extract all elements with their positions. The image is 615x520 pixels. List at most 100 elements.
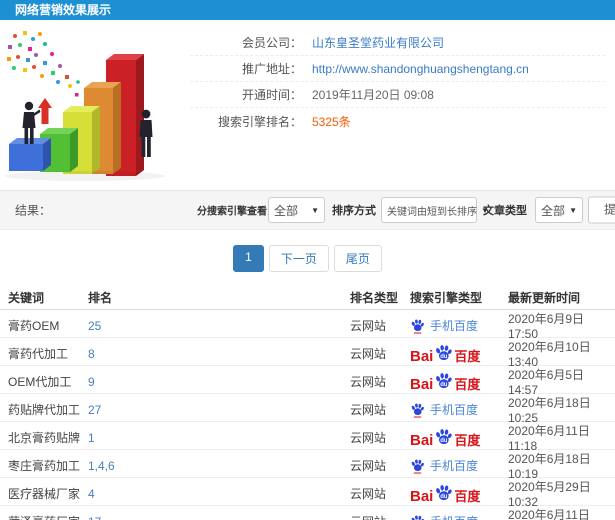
keyword-cell: 枣庄膏药加工	[8, 459, 81, 473]
mobile-baidu-logo: 手机百度	[410, 401, 508, 418]
engine-cell: 手机百度	[410, 457, 508, 474]
baidu-logo-bai-text: Bai	[410, 488, 434, 505]
svg-text:du: du	[441, 494, 449, 500]
rank-type-cell: 云网站	[350, 431, 387, 445]
info-row-open-time: 开通时间： 2019年11月20日 09:08	[190, 82, 605, 108]
engine-label: 手机百度	[430, 403, 479, 417]
rank-link[interactable]: 8	[88, 347, 350, 361]
result-label: 结果：	[15, 203, 52, 218]
updated-cell: 2020年6月5日 14:57	[508, 368, 585, 397]
info-row-promo-url: 推广地址： http://www.shandonghuangshengtang.…	[190, 56, 605, 82]
keyword-cell: 菏泽膏药厂家	[8, 513, 88, 520]
updated-cell: 2020年6月9日 17:50	[508, 312, 585, 341]
table-row: 膏药OEM 25 云网站 手机百度 2020年6月9日 17:50	[0, 310, 615, 341]
col-updated: 最新更新时间	[508, 290, 581, 305]
page-title: 网络营销效果展示	[15, 3, 112, 17]
baidu-logo: Bai du 百度	[410, 343, 508, 364]
keyword-cell: OEM代加工	[8, 375, 72, 389]
rank-type-cell: 云网站	[350, 487, 387, 501]
article-type-select[interactable]: 全部 ▼	[535, 197, 583, 223]
page-last[interactable]: 尾页	[333, 245, 382, 272]
rank-link[interactable]: 17	[88, 515, 350, 520]
table-row: 药贴牌代加工 27 云网站 手机百度 2020年6月18日 10:25	[0, 394, 615, 425]
rank-type-cell: 云网站	[350, 319, 387, 333]
filter-bar: 结果： 分搜索引擎查看 全部 ▼ 排序方式 关键词由短到长排序 ▼ 文章类型 全…	[0, 190, 615, 230]
rank-type-cell: 云网站	[350, 459, 387, 473]
baidu-logo: Bai du 百度	[410, 483, 508, 504]
table-header-row: 关键词 排名 排名类型 搜索引擎类型 最新更新时间	[0, 285, 615, 310]
pagination: 1 下一页 尾页	[0, 245, 615, 272]
rank-link[interactable]: 4	[88, 487, 350, 501]
svg-text:du: du	[441, 382, 449, 388]
rank-link[interactable]: 27	[88, 403, 350, 417]
engine-cell: Bai du 百度	[410, 371, 508, 392]
updated-cell: 2020年6月11日 11:40	[508, 508, 590, 520]
baidu-logo-cn-text: 百度	[454, 376, 481, 392]
chevron-down-icon: ▼	[311, 205, 319, 215]
engine-filter-select[interactable]: 全部 ▼	[268, 197, 325, 223]
mobile-baidu-logo: 手机百度	[410, 513, 508, 520]
baidu-paw-icon: du	[436, 429, 453, 444]
updated-cell: 2020年6月18日 10:19	[508, 452, 591, 481]
chevron-down-icon: ▼	[569, 205, 577, 215]
rank-type-cell: 云网站	[350, 403, 387, 417]
sort-filter-label: 排序方式	[332, 205, 376, 217]
rank-link[interactable]: 25	[88, 319, 350, 333]
article-type-value: 全部	[541, 203, 566, 218]
mobile-baidu-logo: 手机百度	[410, 457, 508, 474]
page-current[interactable]: 1	[233, 245, 264, 272]
promo-url-label: 推广地址：	[241, 62, 302, 76]
updated-cell: 2020年6月18日 10:25	[508, 396, 591, 425]
promo-url-link[interactable]: http://www.shandonghuangshengtang.cn	[312, 62, 529, 76]
company-info-list: 会员公司： 山东皇圣堂药业有限公司 推广地址： http://www.shand…	[190, 20, 615, 134]
engine-rank-count-value: 5325条	[312, 114, 351, 129]
keyword-cell: 北京膏药贴牌	[8, 431, 81, 445]
businessman-left	[22, 101, 41, 144]
updated-cell: 2020年6月11日 11:18	[508, 424, 590, 453]
col-rank-type: 排名类型	[350, 290, 399, 305]
table-row: 膏药代加工 8 云网站 Bai du 百度 2020年6月10日 13:40	[0, 338, 615, 369]
baidu-logo-bai-text: Bai	[410, 376, 434, 393]
engine-cell: Bai du 百度	[410, 427, 508, 448]
open-time-value: 2019年11月20日 09:08	[312, 88, 434, 102]
engine-label: 手机百度	[430, 513, 478, 520]
baidu-logo-bai-text: Bai	[410, 432, 434, 449]
sort-filter-select[interactable]: 关键词由短到长排序 ▼	[381, 197, 489, 223]
rank-type-cell: 云网站	[350, 347, 387, 361]
rank-link[interactable]: 1	[88, 431, 350, 445]
submit-button[interactable]: 提交	[588, 196, 615, 224]
page-next[interactable]: 下一页	[268, 245, 329, 272]
updated-cell: 2020年5月29日 10:32	[508, 480, 591, 509]
baidu-logo-cn-text: 百度	[454, 488, 481, 504]
baidu-paw-icon: du	[436, 345, 453, 360]
keyword-cell: 药贴牌代加工	[8, 403, 81, 417]
baidu-logo-bai-text: Bai	[410, 348, 434, 365]
company-info-section: 会员公司： 山东皇圣堂药业有限公司 推广地址： http://www.shand…	[0, 20, 615, 190]
keyword-cell: 膏药OEM	[8, 319, 60, 333]
col-keyword: 关键词	[8, 290, 45, 305]
open-time-label: 开通时间：	[241, 88, 302, 102]
updated-cell: 2020年6月10日 13:40	[508, 340, 591, 369]
info-row-member-company: 会员公司： 山东皇圣堂药业有限公司	[190, 30, 605, 56]
mobile-baidu-logo: 手机百度	[410, 317, 508, 334]
engine-filter-value: 全部	[274, 203, 299, 218]
baidu-logo-cn-text: 百度	[454, 348, 481, 364]
growth-chart-illustration	[5, 31, 165, 181]
page-title-bar: 网络营销效果展示	[0, 0, 615, 20]
table-row: 北京膏药贴牌 1 云网站 Bai du 百度 2020年6月11日 11:18	[0, 422, 615, 453]
member-company-link[interactable]: 山东皇圣堂药业有限公司	[312, 34, 444, 51]
results-table: 关键词 排名 排名类型 搜索引擎类型 最新更新时间 膏药OEM 25 云网站 手…	[0, 285, 615, 520]
rank-type-cell: 云网站	[350, 513, 410, 520]
baidu-paw-icon	[411, 318, 424, 334]
baidu-logo-cn-text: 百度	[454, 432, 481, 448]
engine-cell: 手机百度	[410, 513, 508, 520]
baidu-paw-icon	[411, 514, 424, 520]
table-row: 枣庄膏药加工 1,4,6 云网站 手机百度 2020年6月18日 10:19	[0, 450, 615, 481]
engine-cell: Bai du 百度	[410, 483, 508, 504]
baidu-logo: Bai du 百度	[410, 371, 508, 392]
rank-link[interactable]: 1,4,6	[88, 459, 350, 473]
rank-link[interactable]: 9	[88, 375, 350, 389]
keyword-cell: 医疗器械厂家	[8, 487, 81, 501]
engine-cell: 手机百度	[410, 401, 508, 418]
engine-filter-label: 分搜索引擎查看	[197, 206, 267, 218]
